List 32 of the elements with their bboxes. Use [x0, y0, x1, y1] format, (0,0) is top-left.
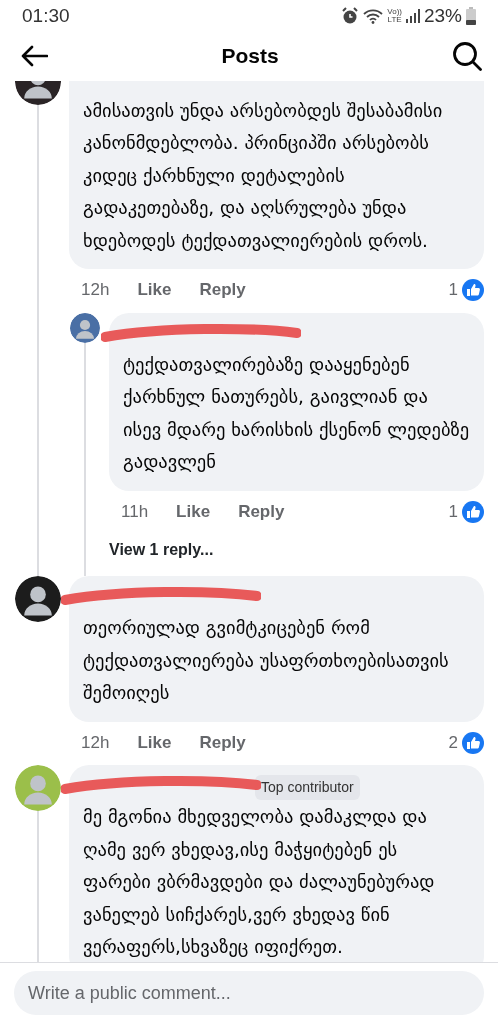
view-replies-link[interactable]: View 1 reply... — [109, 534, 484, 577]
comment-text: მე მგონია მხედველობა დამაკლდა და ღამე ვერ ვხედავ,ისე მაჭყიტებენ ეს ფარები ვბრმავდები და ძალაუნებურად ვანელებ სიჩქარეს,ვერ ვხედავ წინ ვერაფერს,სხვაზეც იფიქრეთ. — [83, 805, 436, 960]
comment-time: 12h — [81, 731, 110, 754]
comment-time: 11h — [121, 500, 149, 523]
page-title: Posts — [221, 43, 279, 70]
comment-text: ტექდათვალირებაზე დააყენებენ ქარხნულ ნათურებს, გაივლიან და ისევ მდარე ხარისხის ქსენონ ლედებზე გადავლენ — [123, 352, 470, 475]
alarm-icon — [341, 6, 360, 25]
signal-icon — [405, 8, 420, 23]
like-count: 2 — [448, 731, 458, 754]
like-count: 1 — [448, 279, 458, 302]
back-icon — [20, 45, 48, 68]
comment-time: 12h — [81, 279, 110, 302]
reply-link[interactable]: Reply — [199, 729, 246, 756]
search-icon — [452, 41, 482, 72]
wifi-icon — [363, 7, 384, 24]
like-icon — [462, 731, 484, 754]
comment-field[interactable]: Write a public comment... — [14, 971, 484, 1015]
battery-icon — [466, 6, 476, 25]
like-icon — [462, 279, 484, 301]
battery-percent: 23% — [423, 3, 462, 28]
reply-link[interactable]: Reply — [238, 498, 285, 525]
comment-text: თეორიულად გვიმტკიცებენ რომ ტექდათვალიერება უსაფრთხოებისათვის შემოიღეს — [83, 616, 450, 706]
like-icon — [462, 500, 484, 523]
like-link[interactable]: Like — [176, 498, 211, 525]
network-indicator: Vo)) LTE — [387, 7, 402, 24]
like-link[interactable]: Like — [137, 277, 172, 303]
like-count: 1 — [448, 500, 458, 523]
contributor-badge: Top contributor — [255, 774, 360, 800]
clock-time: 01:30 — [22, 3, 70, 28]
comment-text: ამისათვის უნდა არსებობდეს შესაბამისი კანონმდებლობა. პრინციპში არსებობს კიდეც ქარხნული დეტალების გადაკეთებაზე, და აღსრულება უნდა ხდებოდეს ტექდათვალიერების დროს. — [83, 98, 444, 253]
reply-link[interactable]: Reply — [199, 277, 246, 303]
like-link[interactable]: Like — [137, 729, 172, 756]
